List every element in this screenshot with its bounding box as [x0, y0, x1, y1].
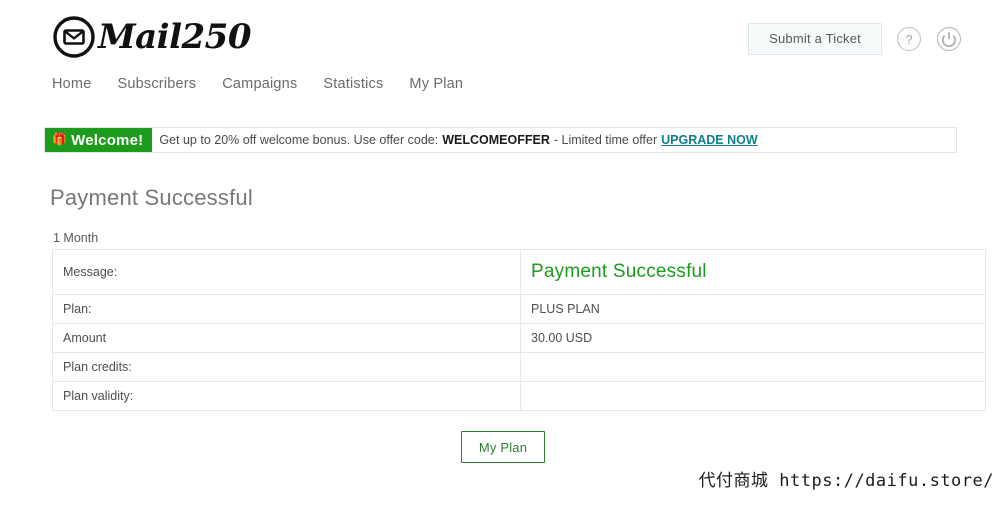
nav-item-home[interactable]: Home	[52, 76, 91, 92]
table-row: Plan credits:	[52, 352, 986, 382]
envelope-in-circle-icon	[53, 16, 95, 58]
table-row: Plan validity:	[52, 381, 986, 411]
promo-text-before: Get up to 20% off welcome bonus. Use off…	[159, 133, 439, 147]
welcome-badge-label: Welcome!	[71, 131, 144, 149]
nav-item-subscribers[interactable]: Subscribers	[117, 76, 196, 92]
power-circle-icon[interactable]	[936, 26, 962, 52]
question-mark-circle-icon[interactable]: ?	[896, 26, 922, 52]
promo-banner: 🎁 Welcome! Get up to 20% off welcome bon…	[44, 127, 957, 153]
row-label-plan: Plan:	[52, 294, 521, 324]
payment-details-table: Message: Payment Successful Plan: PLUS P…	[52, 249, 986, 411]
logo-wordmark: Mail250	[98, 17, 251, 57]
my-plan-button[interactable]: My Plan	[461, 431, 545, 463]
row-label-message: Message:	[52, 249, 521, 295]
row-value-message: Payment Successful	[520, 249, 986, 295]
payment-status-text: Payment Successful	[531, 261, 707, 282]
upgrade-now-link[interactable]: UPGRADE NOW	[661, 133, 758, 147]
nav-item-campaigns[interactable]: Campaigns	[222, 76, 297, 92]
main-nav: Home Subscribers Campaigns Statistics My…	[52, 76, 463, 92]
watermark-text: 代付商城 https://daifu.store/	[698, 471, 994, 491]
row-value-plan-credits	[520, 352, 986, 382]
row-value-amount: 30.00 USD	[520, 323, 986, 353]
promo-offer-code: WELCOMEOFFER	[442, 133, 550, 147]
row-label-amount: Amount	[52, 323, 521, 353]
logo[interactable]: Mail250	[52, 12, 251, 62]
plan-term-label: 1 Month	[53, 231, 99, 245]
row-label-plan-credits: Plan credits:	[52, 352, 521, 382]
nav-item-my-plan[interactable]: My Plan	[409, 76, 463, 92]
row-label-plan-validity: Plan validity:	[52, 381, 521, 411]
welcome-badge[interactable]: 🎁 Welcome!	[45, 128, 153, 152]
table-row: Plan: PLUS PLAN	[52, 294, 986, 324]
nav-item-statistics[interactable]: Statistics	[323, 76, 383, 92]
table-row: Message: Payment Successful	[52, 249, 986, 295]
promo-text-after: - Limited time offer	[553, 133, 658, 147]
page-title: Payment Successful	[50, 185, 253, 210]
submit-ticket-button[interactable]: Submit a Ticket	[748, 23, 882, 55]
gift-icon: 🎁	[52, 132, 68, 146]
site-header: Mail250 Submit a Ticket ? Home Subscribe…	[0, 0, 1000, 112]
promo-banner-text: Get up to 20% off welcome bonus. Use off…	[152, 128, 757, 152]
row-value-plan: PLUS PLAN	[520, 294, 986, 324]
row-value-plan-validity	[520, 381, 986, 411]
table-row: Amount 30.00 USD	[52, 323, 986, 353]
svg-text:?: ?	[905, 32, 912, 47]
header-actions: Submit a Ticket ?	[748, 23, 962, 55]
